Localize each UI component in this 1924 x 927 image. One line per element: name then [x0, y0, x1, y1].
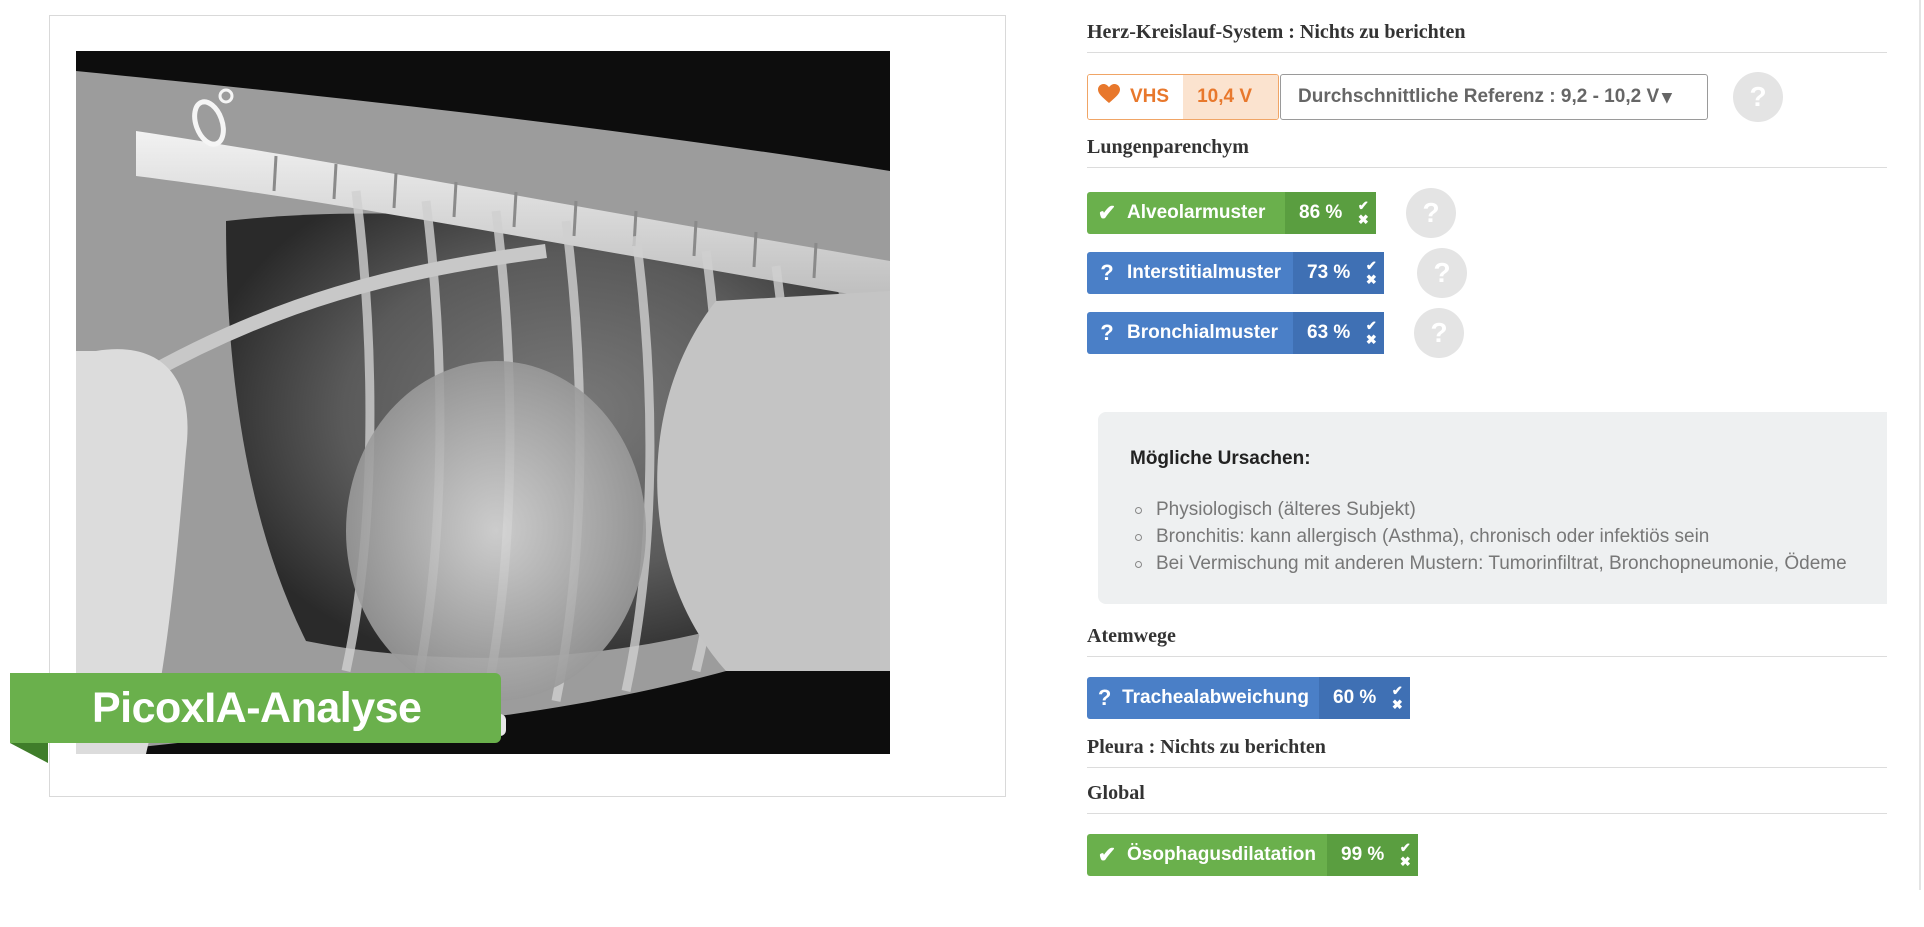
question-icon: ? — [1100, 320, 1114, 345]
finding-main: ? Interstitialmuster — [1087, 252, 1293, 294]
vote-reject-icon[interactable]: ✖ — [1392, 698, 1403, 712]
radiograph-illustration — [76, 51, 890, 754]
cause-item: Bronchitis: kann allergisch (Asthma), ch… — [1130, 523, 1855, 550]
causes-title: Mögliche Ursachen: — [1130, 448, 1311, 469]
finding-percent: 86 % — [1285, 192, 1351, 234]
vote-reject-icon[interactable]: ✖ — [1366, 333, 1377, 347]
reference-label: Durchschnittliche Referenz : 9,2 - 10,2 … — [1298, 86, 1660, 107]
finding-label: Trachealabweichung — [1122, 687, 1309, 708]
badge-fold — [10, 743, 48, 763]
finding-main: ? Bronchialmuster — [1087, 312, 1293, 354]
vote-buttons: ✔ ✖ — [1384, 677, 1411, 719]
cause-item: Bei Vermischung mit anderen Mustern: Tum… — [1130, 550, 1855, 577]
reference-range-dropdown[interactable]: Durchschnittliche Referenz : 9,2 - 10,2 … — [1280, 74, 1708, 120]
vote-reject-icon[interactable]: ✖ — [1400, 855, 1411, 869]
analysis-report: Herz-Kreislauf-System : Nichts zu berich… — [1087, 0, 1887, 927]
finding-label: Ösophagusdilatation — [1127, 844, 1316, 865]
section-heading-airways: Atemwege — [1087, 617, 1887, 657]
vhs-label: VHS — [1130, 86, 1170, 107]
help-icon: ? — [1422, 197, 1440, 228]
finding-interstitial-pattern[interactable]: ? Interstitialmuster 73 % ✔ ✖ — [1087, 252, 1395, 294]
causes-list: Physiologisch (älteres Subjekt) Bronchit… — [1130, 496, 1855, 577]
chevron-down-icon: ▾ — [1662, 86, 1672, 108]
vote-buttons: ✔ ✖ — [1392, 834, 1419, 876]
possible-causes-panel: Mögliche Ursachen: Physiologisch (ältere… — [1098, 412, 1887, 604]
check-icon: ✔ — [1097, 200, 1117, 225]
vote-confirm-icon[interactable]: ✔ — [1366, 319, 1377, 333]
vhs-label-group: VHS — [1088, 75, 1184, 119]
section-heading-lung: Lungenparenchym — [1087, 128, 1887, 168]
vhs-value: 10,4 V — [1183, 75, 1278, 119]
finding-main: ✔ Ösophagusdilatation — [1087, 834, 1327, 876]
question-icon: ? — [1100, 260, 1114, 285]
vote-buttons: ✔ ✖ — [1358, 252, 1385, 294]
finding-percent: 60 % — [1319, 677, 1385, 719]
vote-confirm-icon[interactable]: ✔ — [1366, 259, 1377, 273]
help-button-alveolar[interactable]: ? — [1406, 188, 1456, 238]
section-heading-global: Global — [1087, 774, 1887, 814]
page-divider — [1919, 0, 1921, 890]
vhs-measurement[interactable]: VHS 10,4 V — [1087, 74, 1279, 120]
finding-esophageal-dilatation[interactable]: ✔ Ösophagusdilatation 99 % ✔ ✖ — [1087, 834, 1437, 876]
help-icon: ? — [1430, 317, 1448, 348]
finding-tracheal-deviation[interactable]: ? Trachealabweichung 60 % ✔ ✖ — [1087, 677, 1429, 719]
finding-percent: 73 % — [1293, 252, 1359, 294]
help-button-bronchial[interactable]: ? — [1414, 308, 1464, 358]
help-icon: ? — [1433, 257, 1451, 288]
help-icon: ? — [1749, 81, 1767, 112]
finding-main: ? Trachealabweichung — [1087, 677, 1319, 719]
finding-percent: 63 % — [1293, 312, 1359, 354]
finding-label: Interstitialmuster — [1127, 262, 1282, 283]
picoxia-analysis-badge: PicoxIA-Analyse — [10, 673, 501, 743]
vote-confirm-icon[interactable]: ✔ — [1400, 841, 1411, 855]
thorax-radiograph-image[interactable] — [76, 51, 890, 754]
cause-item: Physiologisch (älteres Subjekt) — [1130, 496, 1855, 523]
help-button-interstitial[interactable]: ? — [1417, 248, 1467, 298]
finding-label: Alveolarmuster — [1127, 202, 1266, 223]
finding-percent: 99 % — [1327, 834, 1393, 876]
badge-label: PicoxIA-Analyse — [92, 683, 422, 732]
vote-buttons: ✔ ✖ — [1350, 192, 1377, 234]
vote-confirm-icon[interactable]: ✔ — [1392, 684, 1403, 698]
section-heading-pleura: Pleura : Nichts zu berichten — [1087, 728, 1887, 768]
vote-buttons: ✔ ✖ — [1358, 312, 1385, 354]
vote-reject-icon[interactable]: ✖ — [1366, 273, 1377, 287]
finding-label: Bronchialmuster — [1127, 322, 1278, 343]
vote-confirm-icon[interactable]: ✔ — [1358, 199, 1369, 213]
finding-bronchial-pattern[interactable]: ? Bronchialmuster 63 % ✔ ✖ — [1087, 312, 1391, 354]
heart-icon — [1098, 84, 1120, 110]
question-icon: ? — [1097, 685, 1112, 710]
finding-main: ✔ Alveolarmuster — [1087, 192, 1285, 234]
check-icon: ✔ — [1097, 842, 1117, 867]
vote-reject-icon[interactable]: ✖ — [1358, 213, 1369, 227]
finding-alveolar-pattern[interactable]: ✔ Alveolarmuster 86 % ✔ ✖ — [1087, 192, 1384, 234]
section-heading-cardio: Herz-Kreislauf-System : Nichts zu berich… — [1087, 13, 1887, 53]
help-button-vhs[interactable]: ? — [1733, 72, 1783, 122]
